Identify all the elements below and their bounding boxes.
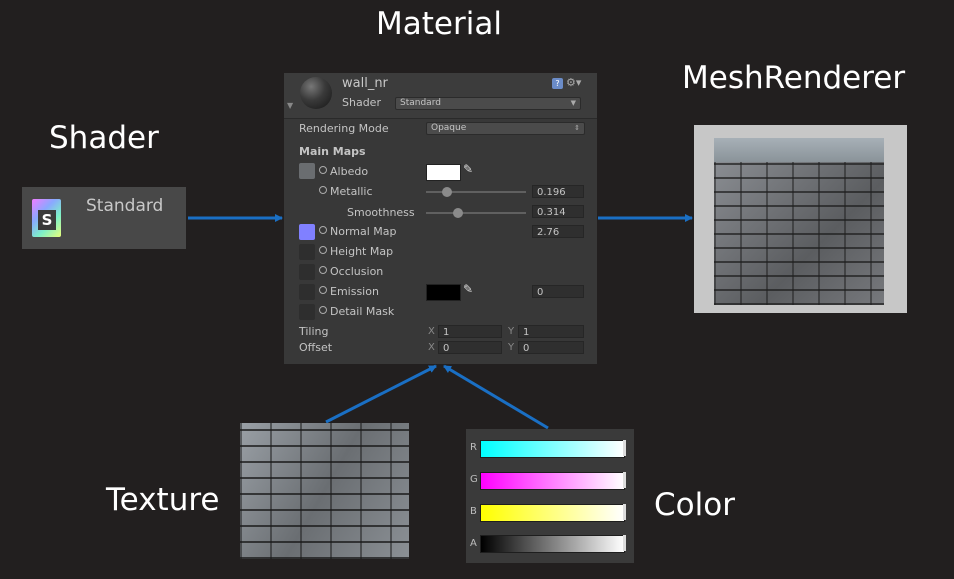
normal-map-label-text: Normal Map: [330, 225, 397, 238]
fold-arrow-icon[interactable]: ▼: [287, 101, 293, 110]
offset-label: Offset: [299, 341, 333, 354]
emission-color-field[interactable]: [426, 284, 461, 301]
tiling-y-letter: Y: [508, 326, 515, 337]
object-picker-icon[interactable]: [319, 186, 327, 194]
albedo-label-text: Albedo: [330, 165, 369, 178]
shader-asset[interactable]: S Standard: [22, 187, 186, 249]
smoothness-slider-track[interactable]: [426, 212, 526, 214]
material-preview-icon: [300, 77, 332, 109]
channel-b-letter: B: [470, 506, 477, 517]
tiling-x-letter: X: [428, 326, 435, 337]
color-picker-pencil-icon[interactable]: ✎: [463, 282, 473, 296]
mesh-renderer-preview: [694, 125, 907, 313]
shader-dropdown[interactable]: Standard ▼: [395, 97, 581, 110]
channel-a-letter: A: [470, 538, 477, 549]
object-picker-icon[interactable]: [319, 246, 327, 254]
occlusion-texture-slot[interactable]: [299, 264, 315, 280]
channel-r-slider[interactable]: [480, 440, 625, 458]
height-map-label-text: Height Map: [330, 245, 394, 258]
emission-label: Emission: [319, 285, 379, 298]
main-maps-label: Main Maps: [299, 145, 366, 158]
albedo-color-field[interactable]: [426, 164, 461, 181]
metallic-value-field[interactable]: 0.196: [532, 185, 584, 198]
chevron-down-icon: ▼: [570, 99, 576, 107]
smoothness-label: Smoothness: [347, 206, 415, 219]
material-inspector: ▼ wall_nr ? ⚙▾ Shader Standard ▼ Renderin…: [284, 73, 597, 364]
channel-b-handle[interactable]: [623, 504, 626, 520]
stone-wall-texture: [240, 423, 409, 559]
tiling-x-field[interactable]: 1: [438, 325, 502, 338]
shader-dropdown-value: Standard: [400, 98, 441, 108]
occlusion-label: Occlusion: [319, 265, 383, 278]
detail-mask-texture-slot[interactable]: [299, 304, 315, 320]
object-picker-icon[interactable]: [319, 166, 327, 174]
help-icon[interactable]: ?: [552, 78, 563, 89]
offset-y-letter: Y: [508, 342, 515, 353]
inspector-header: ▼ wall_nr ? ⚙▾ Shader Standard ▼: [284, 73, 597, 119]
occlusion-label-text: Occlusion: [330, 265, 384, 278]
emission-label-text: Emission: [330, 285, 379, 298]
normal-map-label: Normal Map: [319, 225, 397, 238]
channel-b-slider[interactable]: [480, 504, 625, 522]
albedo-label: Albedo: [319, 165, 368, 178]
smoothness-slider-thumb[interactable]: [453, 208, 463, 218]
header-icons: ? ⚙▾: [552, 76, 581, 89]
metallic-label-text: Metallic: [330, 185, 373, 198]
color-picker: R G B A: [466, 429, 634, 563]
channel-g-handle[interactable]: [623, 472, 626, 488]
shader-icon-letter: S: [38, 210, 56, 230]
chevron-updown-icon: ⇕: [574, 124, 580, 132]
emission-value-field[interactable]: 0: [532, 285, 584, 298]
arrow-color-to-material: [443, 364, 549, 430]
tiling-y-field[interactable]: 1: [518, 325, 584, 338]
object-picker-icon[interactable]: [319, 286, 327, 294]
shader-icon: S: [32, 199, 61, 237]
channel-r-letter: R: [470, 442, 477, 453]
normal-map-scale-field[interactable]: 2.76: [532, 225, 584, 238]
color-picker-pencil-icon[interactable]: ✎: [463, 162, 473, 176]
arrow-texture-to-material: [325, 364, 437, 424]
rendering-mode-value: Opaque: [431, 123, 467, 133]
metallic-slider-track[interactable]: [426, 191, 526, 193]
shader-field-label: Shader: [342, 96, 381, 109]
rendering-mode-dropdown[interactable]: Opaque ⇕: [426, 122, 585, 135]
albedo-texture-slot[interactable]: [299, 163, 315, 179]
object-picker-icon[interactable]: [319, 226, 327, 234]
height-map-texture-slot[interactable]: [299, 244, 315, 260]
height-map-label: Height Map: [319, 245, 393, 258]
rendering-mode-label: Rendering Mode: [299, 122, 389, 135]
channel-g-letter: G: [470, 474, 478, 485]
offset-y-field[interactable]: 0: [518, 341, 584, 354]
detail-mask-label: Detail Mask: [319, 305, 394, 318]
object-picker-icon[interactable]: [319, 306, 327, 314]
channel-r-handle[interactable]: [623, 440, 626, 456]
channel-a-slider[interactable]: [480, 535, 625, 553]
metallic-slider-thumb[interactable]: [442, 187, 452, 197]
shader-asset-name: Standard: [86, 196, 164, 216]
cube-front-face: [714, 162, 884, 305]
tiling-label: Tiling: [299, 325, 329, 338]
cube-top-face: [714, 138, 884, 162]
offset-x-field[interactable]: 0: [438, 341, 502, 354]
offset-x-letter: X: [428, 342, 435, 353]
metallic-label: Metallic: [319, 185, 373, 198]
channel-a-handle[interactable]: [623, 535, 626, 551]
material-name: wall_nr: [342, 76, 388, 91]
normal-map-texture-slot[interactable]: [299, 224, 315, 240]
detail-mask-label-text: Detail Mask: [330, 305, 395, 318]
emission-texture-slot[interactable]: [299, 284, 315, 300]
object-picker-icon[interactable]: [319, 266, 327, 274]
gear-icon[interactable]: ⚙▾: [566, 76, 581, 89]
channel-g-slider[interactable]: [480, 472, 625, 490]
smoothness-value-field[interactable]: 0.314: [532, 205, 584, 218]
